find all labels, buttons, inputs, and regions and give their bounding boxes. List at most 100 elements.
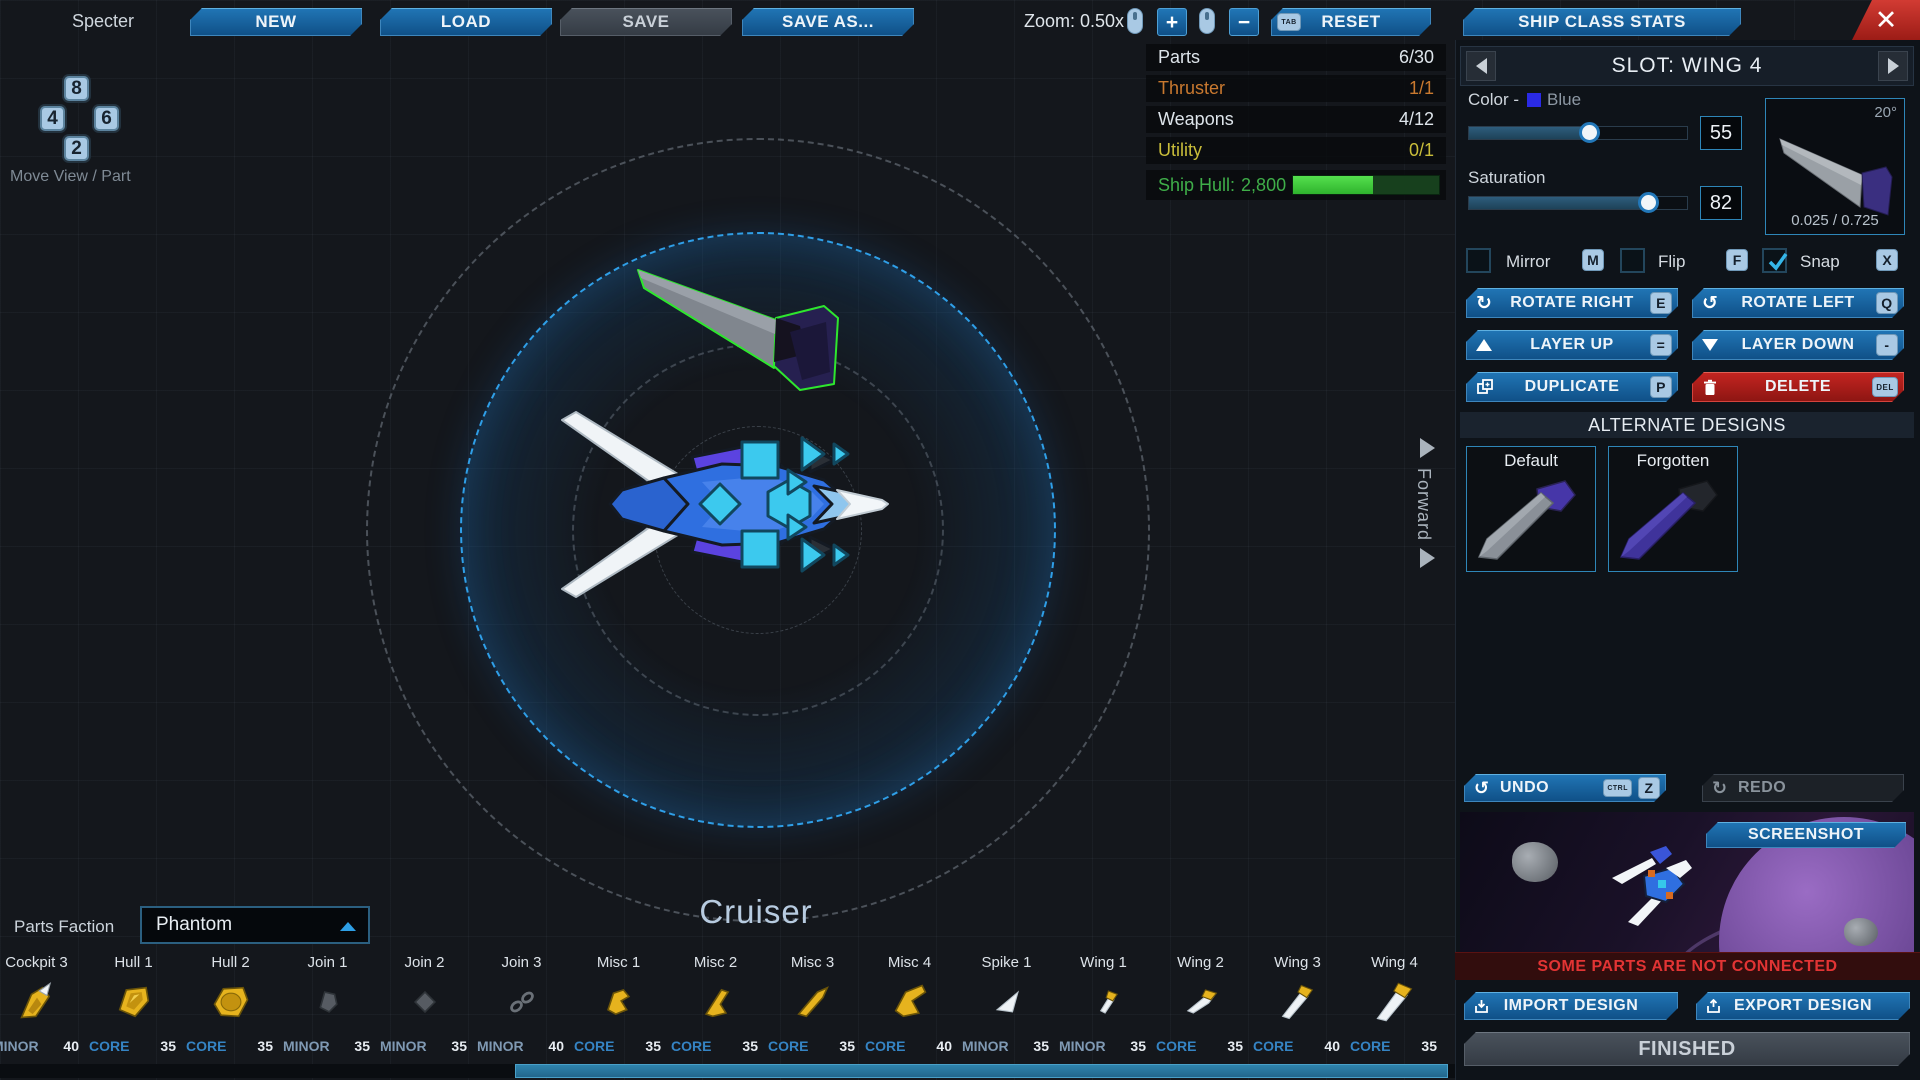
stat-label: Parts: [1158, 47, 1200, 68]
zoom-out-button[interactable]: −: [1229, 8, 1259, 36]
part-cost: 40: [1324, 1038, 1340, 1054]
stat-value: 6/30: [1399, 47, 1434, 68]
reset-view-button[interactable]: TAB RESET: [1271, 8, 1431, 36]
part-name: Hull 1: [85, 952, 182, 974]
part-cost: 35: [1227, 1038, 1243, 1054]
misc4-icon: [861, 974, 958, 1030]
ship-class-label: Cruiser: [600, 893, 912, 931]
slot-prev-button[interactable]: [1466, 51, 1496, 81]
undo-button[interactable]: ↺ UNDO CTRL Z: [1464, 774, 1666, 802]
parts-faction-value: Phantom: [156, 914, 232, 936]
part-slot-badge: CORE: [671, 1038, 711, 1054]
flip-checkbox[interactable]: [1620, 248, 1645, 273]
saturation-slider-handle[interactable]: [1638, 192, 1659, 213]
part-item[interactable]: Misc 2 CORE 35: [667, 952, 764, 1056]
part-item[interactable]: Cockpit 3 MINOR 40: [0, 952, 85, 1056]
mirror-checkbox[interactable]: [1466, 248, 1491, 273]
part-item[interactable]: Wing 4 CORE 35: [1346, 952, 1443, 1056]
part-slot-badge: CORE: [1253, 1038, 1293, 1054]
ctrl-key-icon: CTRL: [1603, 779, 1632, 797]
stat-value: 0/1: [1409, 140, 1434, 161]
selected-part[interactable]: [628, 260, 883, 412]
part-slot-badge: MINOR: [1059, 1038, 1106, 1054]
forward-arrow-icon: [1420, 438, 1435, 458]
rotate-right-button[interactable]: ↻ ROTATE RIGHT E: [1466, 288, 1678, 318]
part-item[interactable]: Wing 3 CORE 40: [1249, 952, 1346, 1056]
wing2-icon: [1152, 974, 1249, 1030]
import-design-button[interactable]: IMPORT DESIGN: [1464, 992, 1678, 1020]
snap-checkbox[interactable]: [1762, 248, 1787, 273]
parts-scrollbar-thumb[interactable]: [515, 1064, 1448, 1078]
part-item[interactable]: Hull 2 CORE 35: [182, 952, 279, 1056]
part-slot-badge: CORE: [768, 1038, 808, 1054]
color-slider[interactable]: [1468, 126, 1688, 140]
part-name: Wing 4: [1346, 952, 1443, 974]
saturation-value-box[interactable]: 82: [1700, 186, 1742, 220]
rotate-left-button[interactable]: ↺ ROTATE LEFT Q: [1692, 288, 1904, 318]
part-item[interactable]: Wing 1 MINOR 35: [1055, 952, 1152, 1056]
new-button[interactable]: NEW: [190, 8, 362, 36]
e-key-icon: E: [1650, 292, 1672, 314]
zoom-in-button[interactable]: +: [1157, 8, 1187, 36]
part-item[interactable]: Join 1 MINOR 35: [279, 952, 376, 1056]
saturation-slider[interactable]: [1468, 196, 1688, 210]
layer-up-button[interactable]: LAYER UP =: [1466, 330, 1678, 360]
asteroid: [1512, 842, 1558, 882]
part-slot-badge: MINOR: [0, 1038, 39, 1054]
load-button[interactable]: LOAD: [380, 8, 552, 36]
equals-key-icon: =: [1650, 334, 1672, 356]
move-hint-label: Move View / Part: [10, 168, 131, 186]
close-button[interactable]: ✕: [1852, 0, 1920, 40]
reset-label: RESET: [1321, 12, 1380, 32]
flip-label: Flip: [1658, 252, 1685, 272]
save-button[interactable]: SAVE: [560, 8, 732, 36]
wing3-icon: [1249, 974, 1346, 1030]
p-key-icon: P: [1650, 376, 1672, 398]
part-slot-badge: CORE: [89, 1038, 129, 1054]
save-as-button[interactable]: SAVE AS...: [742, 8, 914, 36]
part-name: Wing 1: [1055, 952, 1152, 974]
delete-button[interactable]: DELETE DEL: [1692, 372, 1904, 402]
color-slider-handle[interactable]: [1579, 122, 1600, 143]
ship-stats-panel: Parts 6/30 Thruster 1/1 Weapons 4/12 Uti…: [1146, 44, 1446, 200]
color-value-box[interactable]: 55: [1700, 116, 1742, 150]
part-cost: 40: [548, 1038, 564, 1054]
ship-class-stats-button[interactable]: SHIP CLASS STATS: [1463, 8, 1741, 36]
part-item[interactable]: Misc 1 CORE 35: [570, 952, 667, 1056]
part-item[interactable]: Hull 1 CORE 35: [85, 952, 182, 1056]
m-key-icon: M: [1582, 249, 1604, 271]
duplicate-button[interactable]: DUPLICATE P: [1466, 372, 1678, 402]
ship-editor-screen: Cruiser Forward Specter NEW LOAD SAVE SA…: [0, 0, 1920, 1080]
screenshot-button[interactable]: SCREENSHOT: [1706, 822, 1906, 848]
part-item[interactable]: Wing 2 CORE 35: [1152, 952, 1249, 1056]
layer-down-button[interactable]: LAYER DOWN -: [1692, 330, 1904, 360]
numpad-4-key-icon: 4: [40, 106, 65, 131]
mini-ship: [1600, 840, 1720, 930]
design-card-forgotten[interactable]: Forgotten: [1608, 446, 1738, 572]
chevron-up-icon: [340, 922, 356, 931]
part-name: Cockpit 3: [0, 952, 85, 974]
export-design-button[interactable]: EXPORT DESIGN: [1696, 992, 1910, 1020]
part-item[interactable]: Misc 3 CORE 35: [764, 952, 861, 1056]
part-item[interactable]: Spike 1 MINOR 35: [958, 952, 1055, 1056]
slot-next-button[interactable]: [1878, 51, 1908, 81]
part-name: Misc 1: [570, 952, 667, 974]
part-preview-box: 20° 0.025 / 0.725: [1765, 98, 1905, 235]
numpad-2-key-icon: 2: [64, 136, 89, 161]
ship-design[interactable]: [552, 402, 912, 607]
z-key-icon: Z: [1638, 777, 1660, 799]
design-card-default[interactable]: Default: [1466, 446, 1596, 572]
part-cost: 35: [1421, 1038, 1437, 1054]
parts-scrollbar-track[interactable]: [0, 1064, 1455, 1078]
trash-icon: [1702, 379, 1718, 396]
part-item[interactable]: Misc 4 CORE 40: [861, 952, 958, 1056]
part-item[interactable]: Join 3 MINOR 40: [473, 952, 570, 1056]
parts-faction-dropdown[interactable]: Phantom: [140, 906, 370, 944]
finished-button[interactable]: FINISHED: [1464, 1032, 1910, 1066]
misc3-icon: [764, 974, 861, 1030]
slot-title: SLOT: WING 4: [1612, 54, 1763, 78]
wing4-icon: [1346, 974, 1443, 1030]
redo-button[interactable]: ↻ REDO: [1702, 774, 1904, 802]
part-item[interactable]: Join 2 MINOR 35: [376, 952, 473, 1056]
design-default-graphic: [1467, 471, 1595, 567]
